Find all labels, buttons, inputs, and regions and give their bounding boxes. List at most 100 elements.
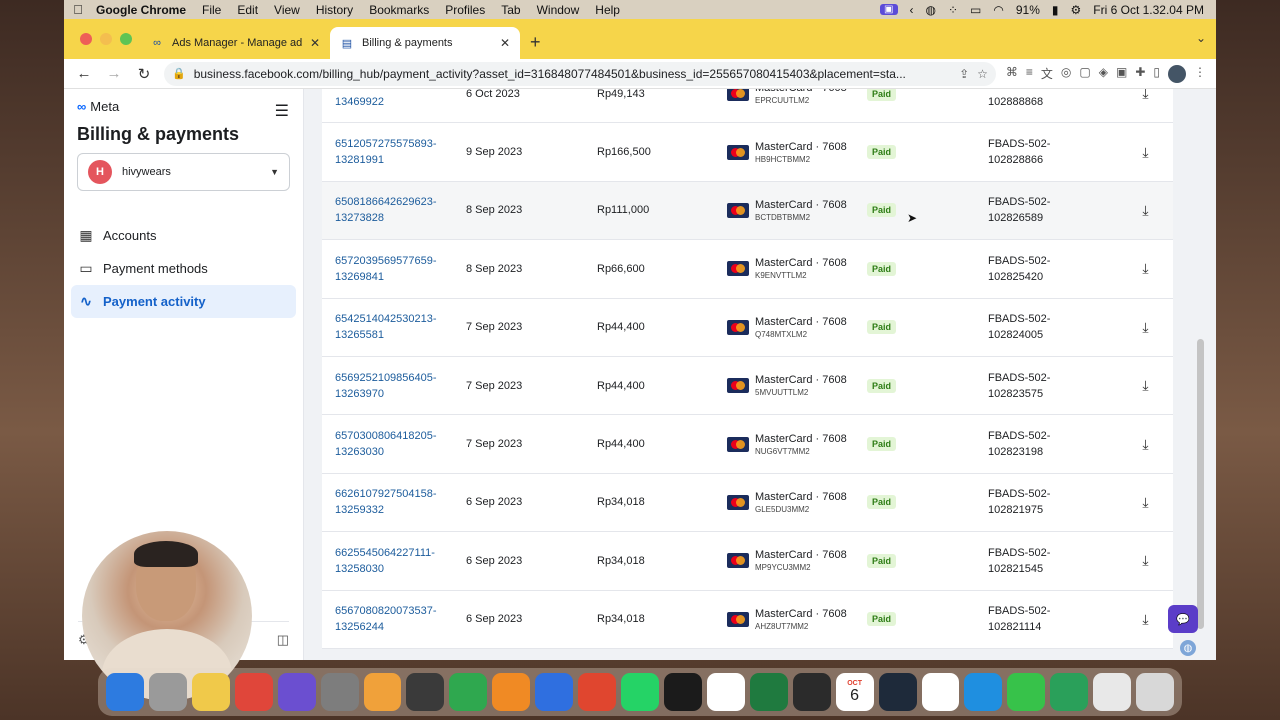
scrollbar[interactable] — [1197, 339, 1204, 629]
dots-icon[interactable]: ⁘ — [948, 3, 958, 17]
menu-history[interactable]: History — [308, 3, 361, 17]
notion-icon[interactable] — [921, 673, 960, 711]
tab-ads-manager[interactable]: ∞ Ads Manager - Manage ads - ✕ — [140, 27, 330, 59]
lock-icon[interactable]: 🔒 — [172, 67, 186, 80]
table-row[interactable]: 6572039569577659- 13269841 8 Sep 2023 Rp… — [322, 240, 1173, 299]
close-tab-icon[interactable]: ✕ — [310, 36, 320, 50]
download-icon[interactable]: ⤓ — [1131, 197, 1161, 223]
download-icon[interactable]: ⤓ — [1131, 139, 1161, 165]
url-text[interactable]: business.facebook.com/billing_hub/paymen… — [194, 67, 951, 81]
account-selector[interactable]: H hivywears ▼ — [77, 153, 290, 191]
forward-button[interactable]: → — [104, 65, 124, 82]
extension-icon[interactable]: ≡ — [1026, 65, 1033, 83]
transaction-id-link[interactable]: 6508186642629623- 13273828 — [322, 194, 466, 226]
table-row[interactable]: 6625545064227111- 13258030 6 Sep 2023 Rp… — [322, 532, 1173, 591]
download-icon[interactable]: ⤓ — [1131, 431, 1161, 457]
address-bar[interactable]: 🔒 business.facebook.com/billing_hub/paym… — [164, 61, 996, 86]
imovie-icon[interactable] — [406, 673, 445, 711]
minimize-window-button[interactable] — [100, 33, 112, 45]
menu-view[interactable]: View — [266, 3, 308, 17]
table-row[interactable]: 6508186642629623- 13273828 8 Sep 2023 Rp… — [322, 181, 1173, 241]
table-row[interactable]: 6542514042530213- 13265581 7 Sep 2023 Rp… — [322, 299, 1173, 357]
table-row[interactable]: 6512057275575893- 13281991 9 Sep 2023 Rp… — [322, 123, 1173, 182]
side-panel-icon[interactable]: ▯ — [1153, 65, 1160, 83]
meet-icon[interactable] — [1050, 673, 1089, 711]
table-row[interactable]: 6570300806418205- 13263030 7 Sep 2023 Rp… — [322, 415, 1173, 474]
safari-like-icon[interactable] — [578, 673, 617, 711]
kindle-icon[interactable] — [663, 673, 702, 711]
control-center-icon[interactable]: ⚙ — [1071, 3, 1082, 17]
menu-window[interactable]: Window — [529, 3, 588, 17]
globe-icon[interactable]: ◍ — [1180, 640, 1196, 656]
table-row[interactable]: 6626107927504158- 13259332 6 Sep 2023 Rp… — [322, 474, 1173, 533]
display-icon[interactable]: ▭ — [970, 3, 981, 17]
zoom-window-button[interactable] — [120, 33, 132, 45]
download-icon[interactable]: ⤓ — [1131, 548, 1161, 574]
table-row[interactable]: 65 13469922 6 Oct 2023 Rp49,143 MasterCa… — [322, 89, 1173, 124]
photos-icon[interactable] — [363, 673, 402, 711]
extension-icon[interactable]: ◎ — [1061, 65, 1071, 83]
more-menu-icon[interactable]: ⋮ — [1194, 65, 1206, 83]
excel-icon[interactable] — [749, 673, 788, 711]
menubar-clock[interactable]: Fri 6 Oct 1.32.04 PM — [1093, 3, 1204, 17]
settings-icon[interactable] — [320, 673, 359, 711]
profile-avatar[interactable] — [1168, 64, 1186, 83]
trash-icon[interactable] — [1136, 673, 1175, 711]
apple-icon[interactable]:  — [64, 2, 92, 17]
download-icon[interactable]: ⤓ — [1131, 89, 1161, 107]
reload-button[interactable]: ↻ — [134, 65, 154, 83]
new-tab-button[interactable]: + — [520, 32, 551, 59]
menu-tab[interactable]: Tab — [493, 3, 528, 17]
transaction-id-link[interactable]: 6569252109856405- 13263970 — [322, 370, 466, 402]
extension-icon[interactable]: ◈ — [1099, 65, 1108, 83]
cursor-app-icon[interactable] — [878, 673, 917, 711]
hamburger-menu-icon[interactable]: ☰ — [275, 101, 289, 121]
chevron-left-icon[interactable]: ‹ — [910, 3, 914, 17]
transaction-id-link[interactable]: 6625545064227111- 13258030 — [322, 545, 466, 577]
sidebar-item-accounts[interactable]: ▦ Accounts — [71, 219, 296, 252]
transaction-id-link[interactable]: 6570300806418205- 13263030 — [322, 428, 466, 460]
extension-icon[interactable]: ▣ — [1116, 65, 1127, 83]
numbers-icon[interactable] — [449, 673, 488, 711]
transaction-id-link[interactable]: 6626107927504158- 13259332 — [322, 486, 466, 518]
meta-logo[interactable]: ∞ Meta — [71, 99, 296, 114]
download-icon[interactable]: ⤓ — [1131, 489, 1161, 515]
close-window-button[interactable] — [80, 33, 92, 45]
bulb-icon[interactable]: ◍ — [926, 3, 936, 17]
tab-billing-payments[interactable]: ▤ Billing & payments ✕ — [330, 27, 520, 59]
menu-app-name[interactable]: Google Chrome — [92, 3, 194, 17]
wifi-icon[interactable]: ◠ — [993, 3, 1003, 17]
extension-icon[interactable]: ▢ — [1079, 65, 1090, 83]
extension-icon[interactable]: ⌘ — [1006, 65, 1018, 83]
safari-icon[interactable] — [964, 673, 1003, 711]
sidebar-item-payment-methods[interactable]: ▭ Payment methods — [71, 252, 296, 285]
transaction-id-link[interactable]: 6512057275575893- 13281991 — [322, 136, 466, 168]
tab-search-chevron-icon[interactable]: ⌄ — [1196, 31, 1206, 45]
menu-help[interactable]: Help — [587, 3, 628, 17]
pages-icon[interactable] — [492, 673, 531, 711]
launchpad-icon[interactable] — [148, 673, 187, 711]
table-row[interactable]: 6567080820073537- 13256244 6 Sep 2023 Rp… — [322, 591, 1173, 649]
table-row[interactable]: 6569252109856405- 13263970 7 Sep 2023 Rp… — [322, 357, 1173, 416]
bookmark-star-icon[interactable]: ☆ — [977, 67, 988, 81]
whatsapp-icon[interactable] — [621, 673, 659, 711]
battery-icon[interactable]: ▮ — [1052, 3, 1059, 17]
calendar-icon[interactable]: OCT 6 — [835, 673, 874, 711]
download-icon[interactable]: ⤓ — [1131, 373, 1161, 399]
download-icon[interactable]: ⤓ — [1131, 256, 1161, 282]
download-icon[interactable]: ⤓ — [1131, 606, 1161, 632]
transaction-id-link[interactable]: 6567080820073537- 13256244 — [322, 603, 466, 635]
transaction-id-link[interactable]: 65 13469922 — [322, 89, 466, 110]
screen-record-icon[interactable]: ▣ — [880, 4, 898, 15]
sidebar-item-payment-activity[interactable]: ∿ Payment activity — [71, 285, 296, 318]
translate-icon[interactable]: 文 — [1041, 65, 1053, 83]
affinity-icon[interactable] — [277, 673, 316, 711]
finder-icon[interactable] — [106, 673, 144, 711]
transaction-id-link[interactable]: 6572039569577659- 13269841 — [322, 253, 466, 285]
archive-icon[interactable] — [1093, 673, 1132, 711]
menu-file[interactable]: File — [194, 3, 229, 17]
menu-profiles[interactable]: Profiles — [437, 3, 493, 17]
share-icon[interactable]: ⇪ — [959, 67, 969, 81]
menu-edit[interactable]: Edit — [229, 3, 266, 17]
download-icon[interactable]: ⤓ — [1131, 314, 1161, 340]
